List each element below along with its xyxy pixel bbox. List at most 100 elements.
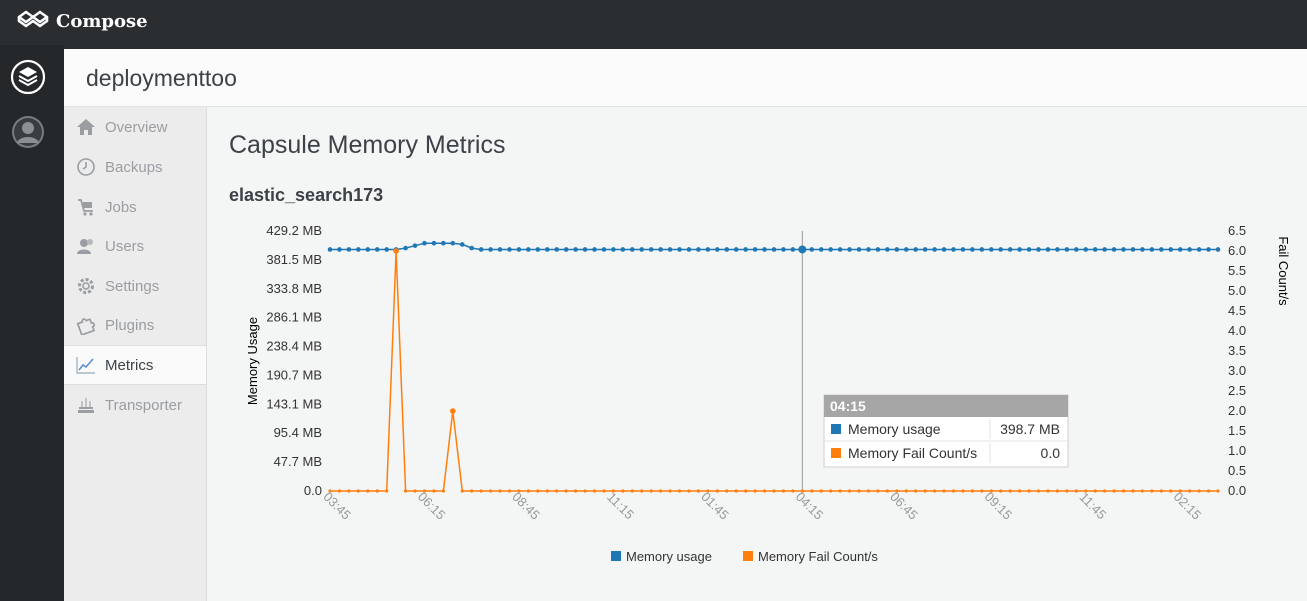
transporter-icon — [75, 394, 97, 416]
memory-usage-point — [667, 247, 673, 252]
legend-swatch-memory — [611, 551, 621, 561]
layers-icon — [10, 59, 46, 95]
users-icon — [75, 235, 97, 257]
fail-count-point — [498, 489, 502, 493]
fail-count-point — [781, 489, 786, 493]
fail-count-point — [1074, 489, 1078, 493]
x-axis-tick-label: 02:15 — [1171, 489, 1205, 523]
sidebar-item-settings[interactable]: Settings — [64, 267, 206, 305]
fail-count-point — [1121, 489, 1126, 493]
memory-usage-point — [733, 247, 739, 252]
memory-usage-point — [781, 247, 786, 252]
memory-usage-point — [1007, 247, 1013, 252]
fail-count-point — [328, 489, 332, 493]
x-axis-tick-label: 11:15 — [604, 489, 637, 522]
sidebar-item-transporter[interactable]: Transporter — [64, 386, 206, 424]
fail-count-point — [450, 408, 456, 414]
memory-usage-point — [1206, 247, 1211, 252]
y2-axis-tick-label: 6.0 — [1228, 243, 1246, 258]
fail-count-point — [706, 489, 710, 493]
y2-axis-title: Fail Count/s — [1276, 236, 1291, 306]
memory-usage-point — [856, 247, 862, 252]
tooltip-time: 04:15 — [830, 398, 866, 414]
sidebar-item-overview[interactable]: Overview — [64, 108, 206, 146]
fail-count-point — [545, 489, 549, 493]
fail-count-point — [592, 489, 597, 493]
memory-usage-point — [979, 247, 985, 252]
memory-chart[interactable]: 429.2 MB 381.5 MB 333.8 MB 286.1 MB 238.4 MB… — [206, 221, 1306, 581]
fail-count-point — [1188, 489, 1192, 493]
x-axis-tick-label: 08:45 — [509, 489, 543, 523]
capsule-name: elastic_search173 — [229, 185, 384, 205]
memory-usage-point — [932, 247, 937, 252]
fail-count-point — [885, 489, 889, 493]
fail-count-point — [734, 489, 738, 493]
fail-count-point — [932, 489, 937, 493]
fail-count-point — [403, 489, 408, 493]
fail-count-point — [772, 489, 776, 493]
memory-usage-point — [998, 247, 1004, 252]
memory-usage-point — [1111, 247, 1117, 252]
fail-count-point — [574, 489, 578, 493]
brand[interactable]: Compose — [16, 9, 148, 33]
tooltip-swatch — [831, 424, 841, 434]
account-button[interactable] — [10, 114, 46, 150]
memory-usage-point — [544, 247, 550, 252]
sidebar-item-backups[interactable]: Backups — [64, 148, 206, 186]
legend-label-fail: Memory Fail Count/s — [758, 549, 878, 564]
memory-usage-point — [847, 247, 852, 252]
fail-count-point — [441, 489, 445, 493]
sidebar-item-plugins[interactable]: Plugins — [64, 306, 206, 344]
fail-count-point — [602, 489, 606, 493]
fail-count-point — [970, 489, 974, 493]
y2-axis-tick-label: 1.0 — [1228, 443, 1246, 458]
memory-usage-point — [724, 247, 730, 252]
fail-count-point — [999, 489, 1003, 493]
x-axis-tick-label: 06:15 — [415, 489, 449, 523]
fail-count-point — [1197, 489, 1201, 493]
memory-usage-point — [705, 247, 711, 252]
fail-count-point — [1065, 489, 1069, 493]
tooltip-label: Memory usage — [848, 421, 941, 437]
fail-count-point — [791, 489, 795, 493]
fail-count-point — [347, 489, 351, 493]
fail-count-point — [366, 489, 370, 493]
fail-count-point — [829, 489, 833, 493]
fail-count-line — [330, 250, 1218, 492]
chart-line-icon — [75, 354, 97, 376]
fail-count-point — [422, 489, 427, 493]
memory-usage-point — [743, 247, 748, 252]
fail-count-point — [951, 489, 956, 493]
memory-usage-point — [611, 247, 616, 252]
memory-usage-point — [497, 247, 503, 252]
fail-count-point — [668, 489, 672, 493]
memory-usage-point — [1196, 247, 1202, 252]
memory-usage-point — [790, 247, 796, 252]
fail-count-point — [488, 489, 493, 493]
memory-usage-point — [771, 247, 777, 252]
fail-count-point — [800, 489, 804, 493]
memory-usage-point — [639, 247, 645, 252]
memory-usage-point — [894, 247, 900, 252]
memory-usage-point — [658, 247, 663, 252]
deployments-button[interactable] — [10, 59, 46, 95]
memory-usage-point — [798, 245, 807, 254]
memory-usage-point — [715, 247, 720, 252]
sidebar-item-users[interactable]: Users — [64, 227, 206, 265]
memory-usage-point — [403, 245, 408, 251]
sidebar: Overview Backups Jobs Users Settings Plu… — [64, 107, 207, 601]
memory-usage-point — [431, 240, 437, 246]
fail-count-point — [838, 489, 842, 493]
memory-usage-point — [1045, 247, 1051, 252]
memory-usage-point — [582, 247, 588, 252]
fail-count-point — [914, 489, 918, 493]
memory-usage-point — [365, 247, 371, 252]
memory-usage-point — [1177, 247, 1183, 252]
fail-count-point — [630, 489, 634, 493]
app-name: Compose — [56, 10, 148, 32]
fail-count-point — [687, 489, 691, 493]
sidebar-item-metrics[interactable]: Metrics — [64, 345, 206, 385]
fail-count-point — [659, 489, 663, 493]
sidebar-item-jobs[interactable]: Jobs — [64, 188, 206, 226]
tooltip-label: Memory Fail Count/s — [848, 445, 977, 461]
